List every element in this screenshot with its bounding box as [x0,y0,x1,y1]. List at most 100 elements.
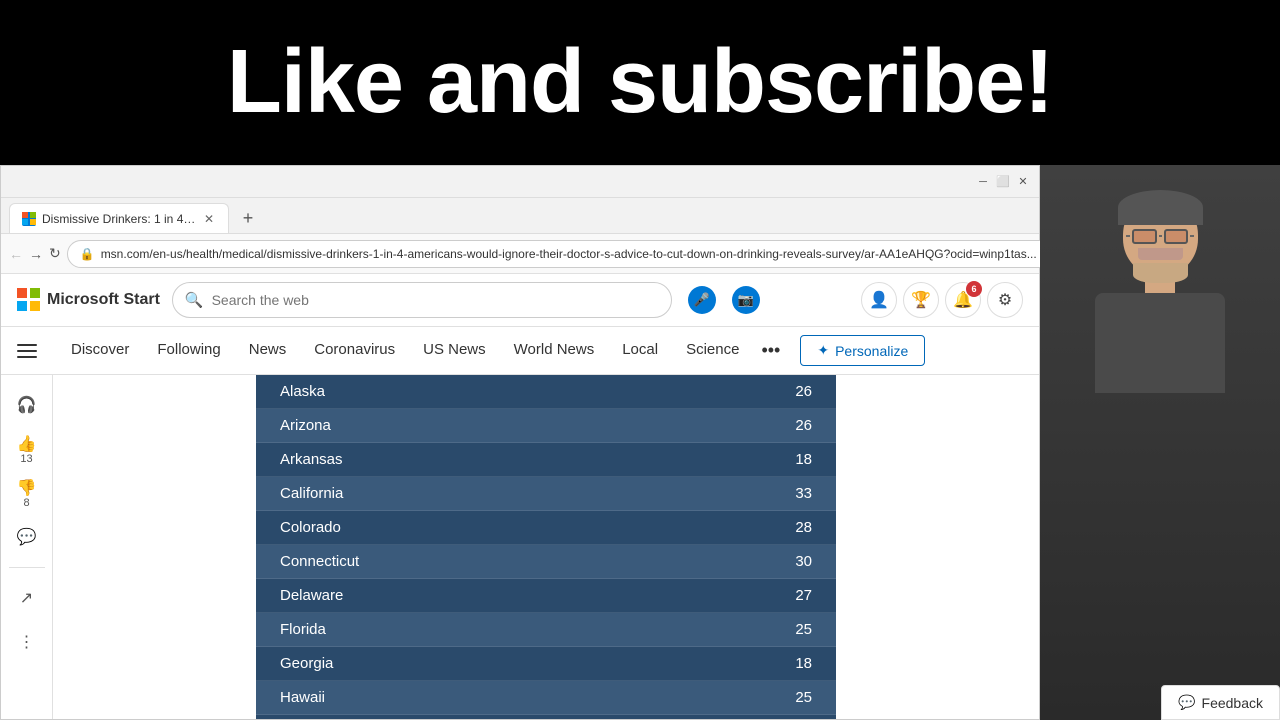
more-options-icon: ⋮ [19,632,35,652]
msn-navigation: Discover Following News Coronavirus US N… [1,327,1039,375]
table-row: Alaska 26 [256,375,836,409]
browser-tabbar: Dismissive Drinkers: 1 in 4 Ame... ✕ + [1,198,1039,234]
profile-icon-button[interactable]: 👤 [861,282,897,318]
state-value: 18 [640,647,836,681]
msn-logo-text: Microsoft Start [47,291,160,309]
ham-line-3 [17,356,37,358]
state-name: Florida [256,613,640,647]
table-row: Georgia 18 [256,647,836,681]
settings-button[interactable]: ⚙ [987,282,1023,318]
nav-item-world-news[interactable]: World News [500,327,609,374]
reload-button[interactable]: ↻ [49,240,61,268]
dislike-count: 8 [23,498,29,509]
nav-item-science[interactable]: Science [672,327,753,374]
page-content: Microsoft Start 🔍 🎤 📷 👤 🏆 🔔 6 [1,274,1039,719]
microsoft-logo [17,288,41,312]
state-value: 18 [640,443,836,477]
feedback-icon: 💬 [1178,694,1195,711]
nav-item-local[interactable]: Local [608,327,672,374]
msn-header: Microsoft Start 🔍 🎤 📷 👤 🏆 🔔 6 [1,274,1039,327]
trophy-button[interactable]: 🏆 [903,282,939,318]
back-button[interactable]: ← [9,240,23,268]
state-name: Alaska [256,375,640,409]
state-value: 28 [640,511,836,545]
feedback-button[interactable]: 💬 Feedback [1161,685,1280,720]
state-name: California [256,477,640,511]
like-count: 13 [20,454,32,465]
address-text: msn.com/en-us/health/medical/dismissive-… [101,247,1037,261]
state-name: Colorado [256,511,640,545]
ham-line-2 [17,350,37,352]
browser-addressbar: ← → ↻ 🔒 msn.com/en-us/health/medical/dis… [1,234,1039,274]
sidebar-divider [9,567,45,568]
webcam-panel: 💬 Feedback [1040,165,1280,720]
state-name: Connecticut [256,545,640,579]
state-value: 26 [640,375,836,409]
state-value: 27 [640,579,836,613]
table-row: Connecticut 30 [256,545,836,579]
share-icon: ↗ [20,588,33,608]
state-name: Arkansas [256,443,640,477]
state-name: Georgia [256,647,640,681]
restore-button[interactable]: ⬜ [995,174,1011,190]
state-value: 50 [640,715,836,720]
state-name: Idaho [256,715,640,720]
thumbs-up-icon: 👍 [17,434,37,454]
table-row: Colorado 28 [256,511,836,545]
hamburger-menu-button[interactable] [17,335,49,367]
msn-logo[interactable]: Microsoft Start [17,288,160,312]
share-sidebar-button[interactable]: ↗ [9,580,45,616]
close-button[interactable]: ✕ [1015,174,1031,190]
nav-item-following[interactable]: Following [143,327,234,374]
audio-sidebar-button[interactable]: 🎧 [9,387,45,423]
table-row: Delaware 27 [256,579,836,613]
state-value: 25 [640,681,836,715]
person-head [1123,195,1198,275]
state-value: 25 [640,613,836,647]
new-tab-button[interactable]: + [233,203,263,233]
nav-item-news[interactable]: News [235,327,301,374]
personalize-button[interactable]: ✦ Personalize [800,335,925,366]
more-sidebar-button[interactable]: ⋮ [9,624,45,660]
user-icon: 👤 [869,290,889,310]
table-row: Arkansas 18 [256,443,836,477]
browser-titlebar: ─ ⬜ ✕ [1,166,1039,198]
nav-item-us-news[interactable]: US News [409,327,500,374]
minimize-button[interactable]: ─ [975,174,991,190]
tab-favicon [22,212,36,226]
window-controls: ─ ⬜ ✕ [975,174,1031,190]
gear-icon: ⚙ [998,290,1012,310]
nav-item-coronavirus[interactable]: Coronavirus [300,327,409,374]
dislike-sidebar-button[interactable]: 👎 8 [9,475,45,511]
search-input[interactable] [212,292,659,308]
state-name: Delaware [256,579,640,613]
browser-window: ─ ⬜ ✕ Dismissive Drinkers: 1 in 4 Ame...… [0,165,1040,720]
header-actions: 👤 🏆 🔔 6 ⚙ [861,282,1023,318]
tab-close-button[interactable]: ✕ [202,212,216,226]
webcam-feed [1040,165,1280,720]
notification-badge: 6 [966,281,982,297]
notifications-button[interactable]: 🔔 6 [945,282,981,318]
glasses [1126,227,1194,245]
table-row: Idaho 50 [256,715,836,720]
nav-more-button[interactable]: ••• [753,327,788,374]
search-bar[interactable]: 🔍 [172,282,672,318]
headphones-icon: 🎧 [17,395,37,415]
overlay-text: Like and subscribe! [227,31,1053,134]
browser-tab-active[interactable]: Dismissive Drinkers: 1 in 4 Ame... ✕ [9,203,229,233]
star-personalize-icon: ✦ [817,342,829,359]
comment-sidebar-button[interactable]: 💬 [9,519,45,555]
main-layout: 🎧 👍 13 👎 8 💬 ↗ ⋮ [1,375,1039,719]
nav-item-discover[interactable]: Discover [57,327,143,374]
forward-button[interactable]: → [29,240,43,268]
ham-line-1 [17,344,37,346]
camera-button[interactable]: 📷 [732,286,760,314]
mic-button[interactable]: 🎤 [688,286,716,314]
state-name: Hawaii [256,681,640,715]
state-data-table: Alaska 26 Arizona 26 Arkansas 18 Califor… [256,375,836,719]
table-row: Florida 25 [256,613,836,647]
state-value: 30 [640,545,836,579]
like-sidebar-button[interactable]: 👍 13 [9,431,45,467]
trophy-icon: 🏆 [911,290,931,310]
address-bar[interactable]: 🔒 msn.com/en-us/health/medical/dismissiv… [67,240,1124,268]
